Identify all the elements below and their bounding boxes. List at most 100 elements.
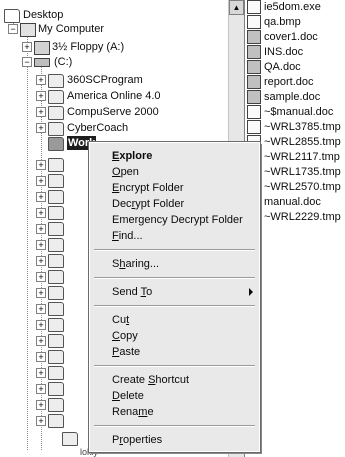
file-item[interactable]: ~WRL2570.tmp bbox=[247, 180, 341, 195]
menu-item-label: xplore bbox=[119, 150, 153, 162]
file-item[interactable]: qa.bmp bbox=[247, 15, 301, 30]
menu-item-label: ind... bbox=[118, 230, 143, 242]
file-item[interactable]: sample.doc bbox=[247, 90, 320, 105]
expand-icon[interactable]: + bbox=[36, 91, 46, 101]
menu-separator bbox=[94, 425, 255, 427]
word-doc-icon bbox=[247, 75, 261, 90]
menu-item-label: aste bbox=[119, 346, 141, 358]
file-item[interactable]: QA.doc bbox=[247, 60, 301, 75]
file-name: ~WRL1735.tmp bbox=[264, 166, 341, 178]
file-name: ~WRL2229.tmp bbox=[264, 211, 341, 223]
word-doc-icon bbox=[247, 45, 261, 60]
file-name: sample.doc bbox=[264, 91, 321, 103]
desktop-icon bbox=[4, 9, 20, 23]
expand-icon[interactable]: + bbox=[36, 192, 46, 202]
folder-icon bbox=[48, 382, 64, 396]
folder-icon bbox=[48, 270, 64, 284]
file-item[interactable]: INS.doc bbox=[247, 45, 303, 60]
expand-icon[interactable]: + bbox=[36, 208, 46, 218]
tree-line bbox=[27, 30, 28, 450]
expand-icon[interactable]: + bbox=[22, 42, 32, 52]
expand-icon[interactable]: + bbox=[36, 304, 46, 314]
expand-icon[interactable]: + bbox=[36, 75, 46, 85]
expand-icon[interactable]: + bbox=[36, 107, 46, 117]
folder-icon bbox=[48, 222, 64, 236]
tree-item-label: 3½ Floppy (A:) bbox=[52, 41, 125, 53]
menu-item-label: opy bbox=[119, 330, 138, 342]
menu-item-accelerator: O bbox=[112, 166, 121, 178]
scroll-up-button[interactable]: ▲ bbox=[229, 0, 244, 15]
menu-item-label: operties bbox=[123, 434, 163, 446]
expand-icon[interactable]: + bbox=[36, 368, 46, 378]
expand-icon[interactable]: + bbox=[36, 384, 46, 394]
expand-icon[interactable]: + bbox=[36, 240, 46, 250]
file-name: cover1.doc bbox=[264, 31, 318, 43]
menu-item-properties[interactable]: Properties bbox=[90, 431, 259, 449]
temp-file-icon bbox=[247, 120, 261, 135]
word-doc-icon bbox=[247, 60, 261, 75]
menu-item-rename[interactable]: Rename bbox=[90, 403, 259, 421]
menu-item-send-to[interactable]: Send To bbox=[90, 283, 259, 301]
expand-icon[interactable]: + bbox=[36, 176, 46, 186]
folder-icon bbox=[48, 238, 64, 252]
folder-icon bbox=[48, 90, 64, 104]
file-name: manual.doc bbox=[264, 196, 321, 208]
expand-icon[interactable]: + bbox=[36, 123, 46, 133]
file-item[interactable]: ~WRL1735.tmp bbox=[247, 165, 341, 180]
menu-item-label: e bbox=[147, 406, 154, 418]
tree-item-label: Desktop bbox=[23, 9, 64, 21]
file-item[interactable]: cover1.doc bbox=[247, 30, 318, 45]
file-item[interactable]: ~WRL2855.tmp bbox=[247, 135, 341, 150]
menu-item-label: Cu bbox=[112, 314, 127, 326]
file-name: qa.bmp bbox=[264, 16, 301, 28]
collapse-icon[interactable]: − bbox=[8, 24, 18, 34]
file-item[interactable]: ~WRL2117.tmp bbox=[247, 150, 340, 165]
expand-icon[interactable]: + bbox=[36, 352, 46, 362]
expand-icon[interactable]: + bbox=[36, 336, 46, 346]
expand-icon[interactable]: + bbox=[36, 224, 46, 234]
folder-icon bbox=[48, 350, 64, 364]
expand-icon[interactable]: + bbox=[36, 320, 46, 330]
menu-separator bbox=[94, 249, 255, 251]
expand-icon[interactable]: + bbox=[36, 288, 46, 298]
expand-icon[interactable]: + bbox=[36, 400, 46, 410]
folder-icon bbox=[48, 302, 64, 316]
collapse-icon[interactable]: − bbox=[22, 57, 32, 67]
file-name: report.doc bbox=[264, 76, 314, 88]
folder-icon bbox=[48, 158, 64, 172]
folder-icon bbox=[62, 432, 78, 446]
menu-item-label: ypt Folder bbox=[135, 198, 185, 210]
expand-icon[interactable]: + bbox=[36, 256, 46, 266]
menu-item-sharing[interactable]: Sharing... bbox=[90, 255, 259, 273]
menu-separator bbox=[94, 305, 255, 307]
expand-icon[interactable]: + bbox=[36, 272, 46, 282]
file-item[interactable]: ~$manual.doc bbox=[247, 105, 333, 120]
expand-icon[interactable]: + bbox=[36, 416, 46, 426]
context-menu: Explore Open Encrypt Folder Decrypt Fold… bbox=[88, 141, 261, 453]
menu-item-paste[interactable]: Paste bbox=[90, 343, 259, 361]
menu-item-label: Dec bbox=[112, 198, 132, 210]
tree-item-label: CyberCoach bbox=[67, 122, 129, 134]
file-list-pane[interactable]: ie5dom.exe qa.bmp cover1.doc INS.doc QA.… bbox=[245, 0, 345, 457]
menu-item-accelerator: F bbox=[112, 230, 119, 242]
file-name: QA.doc bbox=[264, 61, 301, 73]
menu-item-accelerator: D bbox=[112, 390, 120, 402]
menu-item-find[interactable]: Find... bbox=[90, 227, 259, 245]
menu-item-label: Emergency Decrypt Folder bbox=[112, 214, 243, 226]
file-name: ~$manual.doc bbox=[264, 106, 334, 118]
folder-icon bbox=[48, 366, 64, 380]
file-item[interactable]: ie5dom.exe bbox=[247, 0, 321, 15]
file-item[interactable]: ~WRL3785.tmp bbox=[247, 120, 341, 135]
file-item[interactable]: ~WRL2229.tmp bbox=[247, 210, 341, 225]
folder-icon bbox=[48, 286, 64, 300]
tree-item-label: 360SCProgram bbox=[67, 74, 143, 86]
folder-icon bbox=[48, 106, 64, 120]
menu-separator bbox=[94, 277, 255, 279]
menu-item-accelerator: t bbox=[126, 314, 130, 326]
file-item[interactable]: report.doc bbox=[247, 75, 314, 90]
expand-icon[interactable]: + bbox=[36, 160, 46, 170]
bitmap-icon bbox=[247, 15, 261, 30]
menu-item-label: pen bbox=[120, 166, 139, 178]
folder-icon bbox=[48, 334, 64, 348]
menu-item-label: o bbox=[146, 286, 153, 298]
